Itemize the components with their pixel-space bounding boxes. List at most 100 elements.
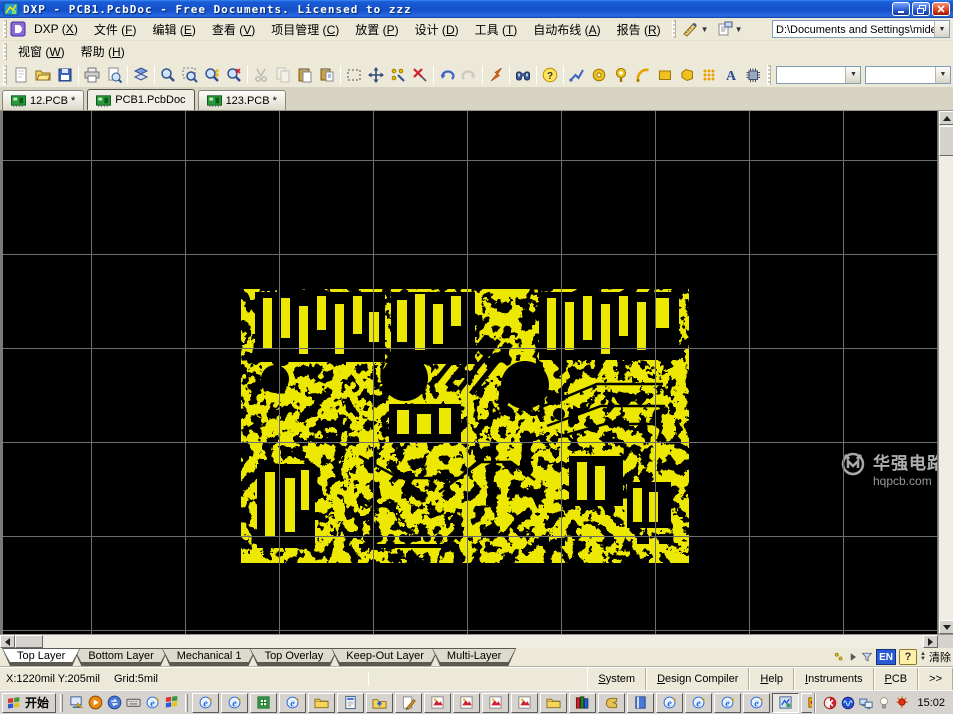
new-document-button[interactable]: [10, 64, 32, 86]
find-similar-button[interactable]: [512, 64, 534, 86]
place-arc-button[interactable]: [632, 64, 654, 86]
scroll-right-button[interactable]: [923, 635, 938, 648]
place-pad-button[interactable]: [588, 64, 610, 86]
ime-options-spinner[interactable]: ▲▼: [920, 652, 926, 662]
panel-button-pcb[interactable]: PCB: [874, 668, 919, 690]
place-line-button[interactable]: [566, 64, 588, 86]
panel-button-help[interactable]: Help: [749, 668, 794, 690]
zoom-selection-button[interactable]: [223, 64, 245, 86]
open-folder-button[interactable]: [32, 64, 54, 86]
layer-tab-mechanical-1[interactable]: Mechanical 1: [162, 648, 257, 666]
taskbar-window-17-ie[interactable]: e: [656, 693, 683, 713]
toolbar-grip[interactable]: [767, 65, 771, 85]
taskbar-window-8-pencil-doc[interactable]: [395, 693, 422, 713]
interactive-routing-button[interactable]: [485, 64, 507, 86]
ime-play-button[interactable]: [847, 651, 859, 663]
select-area-button[interactable]: [343, 64, 365, 86]
taskbar-window-15-hand-tool[interactable]: [598, 693, 625, 713]
toolbar-grip[interactable]: [3, 43, 7, 60]
toolbar-combobox-1[interactable]: ▼: [776, 66, 862, 84]
report-button[interactable]: ▼: [713, 19, 747, 39]
ime-help-button[interactable]: ?: [899, 649, 917, 665]
taskbar-window-20-ie[interactable]: e: [743, 693, 770, 713]
taskbar-window-9-red-tool[interactable]: [424, 693, 451, 713]
save-button[interactable]: [54, 64, 76, 86]
menu-item-a[interactable]: 自动布线 (A): [525, 18, 608, 41]
tray-bulb-red-icon[interactable]: [895, 696, 909, 710]
pcb-canvas[interactable]: 华强电路 hqpcb.com: [0, 111, 953, 634]
tray-wave-icon[interactable]: [841, 696, 855, 710]
ime-dots-button[interactable]: [833, 651, 845, 663]
taskbar-window-4-ie[interactable]: e: [279, 693, 306, 713]
scroll-left-button[interactable]: [0, 635, 15, 648]
document-tab-12-pcb-[interactable]: 12.PCB *: [2, 90, 84, 110]
menu-item-v[interactable]: 查看 (V): [204, 18, 263, 41]
align-dots-button[interactable]: [387, 64, 409, 86]
toolbar-grip[interactable]: [672, 20, 676, 38]
taskbar-window-11-red-tool[interactable]: [482, 693, 509, 713]
tray-mute-icon[interactable]: [823, 696, 837, 710]
taskbar-window-14-books[interactable]: [569, 693, 596, 713]
layer-tab-keep-out-layer[interactable]: Keep-Out Layer: [331, 648, 439, 666]
taskbar-window-21-dxp-doc[interactable]: [772, 693, 799, 713]
menu-item-d[interactable]: 设计 (D): [407, 18, 467, 41]
taskbar-window-1-ie[interactable]: e: [192, 693, 219, 713]
place-component-button[interactable]: [742, 64, 764, 86]
layer-tab-multi-layer[interactable]: Multi-Layer: [432, 648, 516, 666]
start-button[interactable]: 开始: [2, 693, 56, 713]
scroll-up-button[interactable]: [939, 111, 953, 125]
undo-button[interactable]: [436, 64, 458, 86]
quick-launch-app-blue[interactable]: [105, 693, 124, 713]
quick-launch-win-colors[interactable]: [162, 693, 181, 713]
zoom-points-button[interactable]: [201, 64, 223, 86]
taskbar-window-13-folder[interactable]: [540, 693, 567, 713]
menu-item-t[interactable]: 工具 (T): [467, 18, 526, 41]
move-button[interactable]: [365, 64, 387, 86]
place-fill-button[interactable]: [654, 64, 676, 86]
panel-button--[interactable]: >>: [918, 668, 953, 690]
menu-item-x[interactable]: DXP (X): [26, 19, 86, 39]
layer-tab-top-layer[interactable]: Top Layer: [2, 648, 80, 666]
layer-tab-bottom-layer[interactable]: Bottom Layer: [73, 648, 168, 666]
place-polygon-button[interactable]: [676, 64, 698, 86]
scroll-down-button[interactable]: [939, 620, 953, 634]
minimize-button[interactable]: [892, 2, 910, 16]
tray-network-icon[interactable]: [859, 696, 873, 710]
print-button[interactable]: [81, 64, 103, 86]
restore-button[interactable]: [912, 2, 930, 16]
document-tab-pcb1-pcbdoc[interactable]: PCB1.PcbDoc: [87, 89, 194, 110]
document-tab-123-pcb-[interactable]: 123.PCB *: [198, 90, 286, 110]
help-button[interactable]: ?: [539, 64, 561, 86]
place-via-button[interactable]: [610, 64, 632, 86]
pen-ruler-button[interactable]: ▼: [679, 19, 713, 39]
panel-button-design-compiler[interactable]: Design Compiler: [646, 668, 749, 690]
taskbar-window-3-green-grid[interactable]: [250, 693, 277, 713]
menu-item-c[interactable]: 项目管理 (C): [263, 18, 347, 41]
tray-bulb-icon[interactable]: [877, 696, 891, 710]
taskbar-window-22-app-colorful[interactable]: [801, 693, 812, 713]
menu-item-w[interactable]: 视窗 (W): [10, 40, 73, 63]
clear-filter-button[interactable]: [409, 64, 431, 86]
menu-item-e[interactable]: 编辑 (E): [145, 18, 204, 41]
quick-launch-keyboard[interactable]: [124, 693, 143, 713]
panel-button-instruments[interactable]: Instruments: [794, 668, 873, 690]
vertical-scroll-thumb[interactable]: [939, 126, 953, 156]
layers-button[interactable]: [130, 64, 152, 86]
taskbar-window-6-blue-doc[interactable]: [337, 693, 364, 713]
taskbar-window-16-blue-book[interactable]: [627, 693, 654, 713]
taskbar-window-5-folder[interactable]: [308, 693, 335, 713]
menu-item-h[interactable]: 帮助 (H): [73, 40, 133, 63]
toolbar-grip[interactable]: [3, 20, 7, 38]
taskbar-window-10-red-tool[interactable]: [453, 693, 480, 713]
print-preview-button[interactable]: [103, 64, 125, 86]
menu-item-p[interactable]: 放置 (P): [347, 18, 406, 41]
place-string-button[interactable]: A: [720, 64, 742, 86]
taskbar-window-12-red-tool[interactable]: [511, 693, 538, 713]
toolbar-combobox-2[interactable]: ▼: [865, 66, 951, 84]
toolbar-grip[interactable]: [3, 65, 7, 85]
paste-button[interactable]: [294, 64, 316, 86]
ime-funnel-button[interactable]: [861, 651, 873, 663]
document-path-combobox[interactable]: D:\Documents and Settings\midea\桌面 ▼: [772, 20, 950, 38]
taskbar-window-7-folder-up[interactable]: [366, 693, 393, 713]
zoom-document-button[interactable]: [157, 64, 179, 86]
